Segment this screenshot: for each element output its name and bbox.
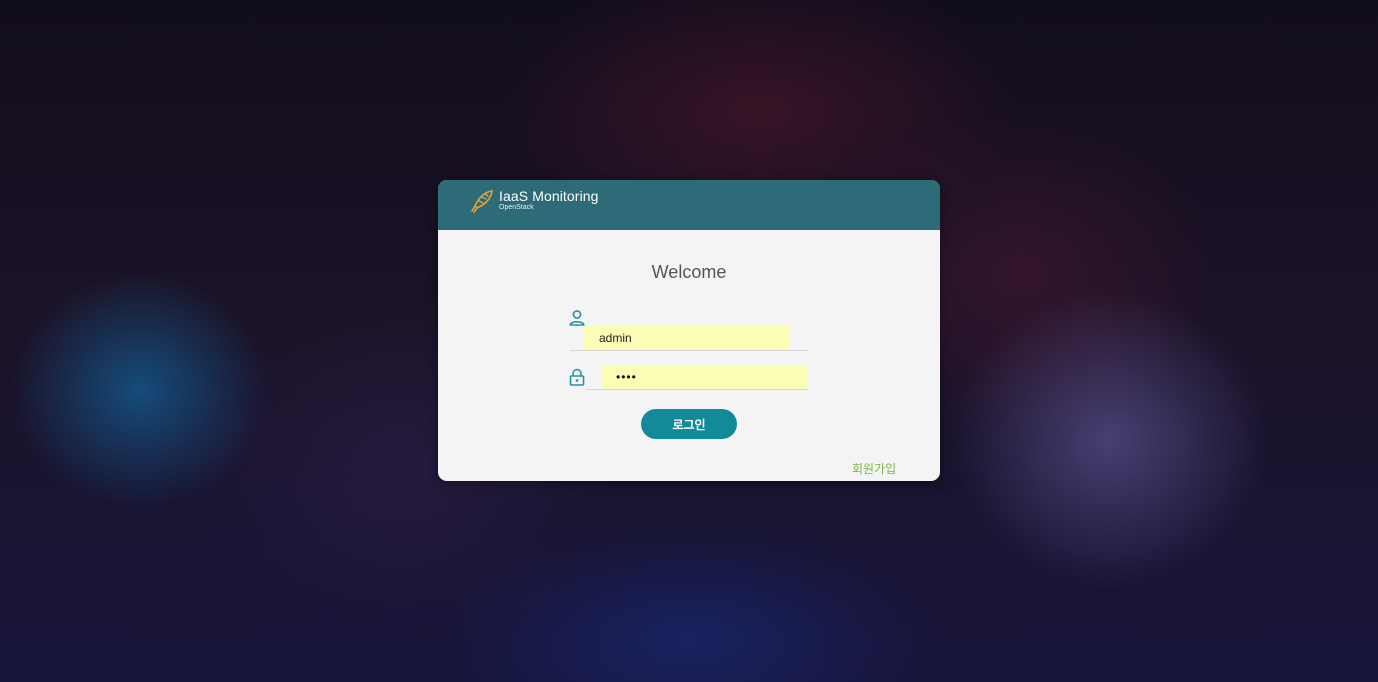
login-button[interactable]: 로그인 (641, 409, 737, 439)
signup-link[interactable]: 회원가입 (852, 460, 896, 477)
lock-icon (569, 368, 585, 386)
card-header: IaaS Monitoring OpenStack (438, 180, 940, 230)
welcome-heading: Welcome (651, 262, 727, 282)
username-input[interactable] (584, 326, 790, 350)
rocket-feather-icon (471, 190, 493, 213)
login-card: IaaS Monitoring OpenStack Welcome 로그인 회원… (438, 180, 940, 481)
app-title: IaaS Monitoring (499, 188, 599, 204)
password-input[interactable] (601, 365, 808, 389)
username-underline (570, 350, 808, 351)
password-underline (586, 389, 808, 390)
app-subtitle: OpenStack (499, 204, 534, 211)
user-icon (569, 310, 585, 326)
